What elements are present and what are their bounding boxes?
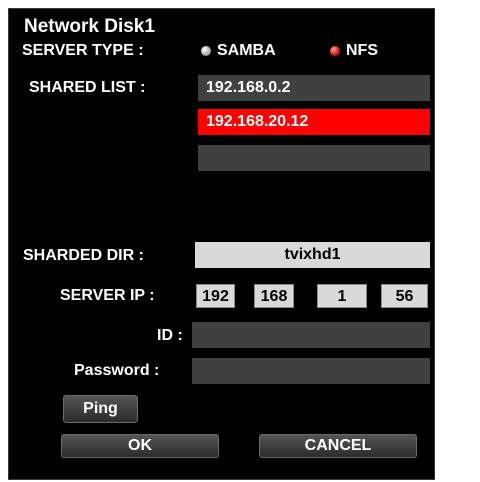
- radio-selected-icon: [330, 45, 340, 56]
- shared-list-item[interactable]: 192.168.0.2: [198, 75, 430, 101]
- password-label: Password :: [74, 362, 160, 379]
- id-label: ID :: [157, 327, 183, 344]
- server-type-nfs-radio[interactable]: NFS: [330, 42, 378, 60]
- shared-dir-field[interactable]: tvixhd1: [195, 242, 430, 268]
- shared-list-label: SHARED LIST :: [29, 79, 146, 96]
- server-ip-octet-2[interactable]: 168: [254, 284, 294, 308]
- shared-list-item-selected[interactable]: 192.168.20.12: [198, 109, 430, 135]
- samba-label: SAMBA: [217, 42, 276, 59]
- network-disk-dialog: Network Disk1 SERVER TYPE : SAMBA NFS SH…: [8, 8, 435, 480]
- server-ip-octet-1[interactable]: 192: [196, 284, 235, 308]
- server-ip-label: SERVER IP :: [60, 287, 155, 304]
- cancel-button[interactable]: CANCEL: [259, 434, 417, 458]
- shared-dir-label: SHARDED DIR :: [23, 247, 144, 264]
- server-ip-octet-3[interactable]: 1: [317, 284, 367, 308]
- id-field[interactable]: [192, 322, 430, 348]
- password-field[interactable]: [192, 358, 430, 384]
- ok-button[interactable]: OK: [61, 434, 219, 458]
- radio-unselected-icon: [201, 45, 211, 56]
- ping-button[interactable]: Ping: [63, 395, 138, 423]
- dialog-title: Network Disk1: [24, 16, 155, 37]
- server-type-samba-radio[interactable]: SAMBA: [201, 42, 276, 60]
- server-type-label: SERVER TYPE :: [22, 42, 144, 59]
- shared-list-item[interactable]: [198, 145, 430, 171]
- server-ip-octet-4[interactable]: 56: [381, 284, 428, 308]
- nfs-label: NFS: [346, 42, 378, 59]
